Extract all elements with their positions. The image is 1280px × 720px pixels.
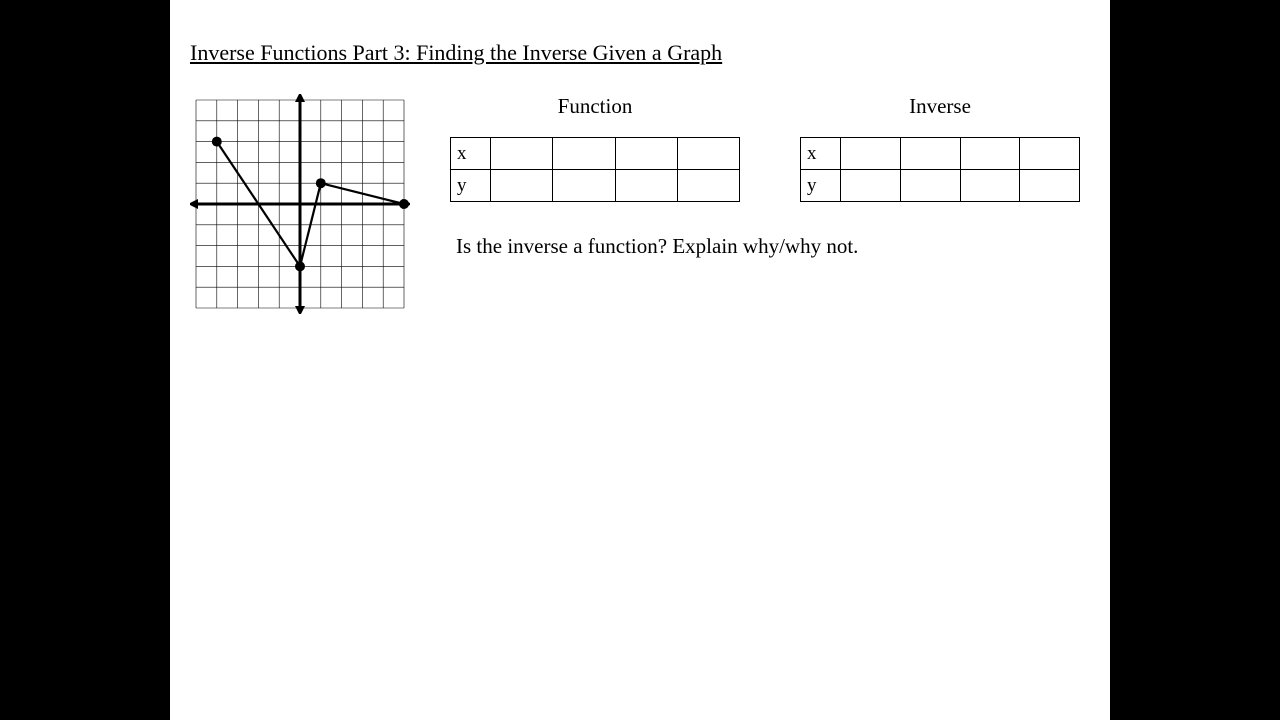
table-cell bbox=[615, 138, 677, 170]
right-column: Function x y bbox=[450, 94, 1090, 259]
table-cell-x-label: x bbox=[801, 138, 841, 170]
table-row: y bbox=[451, 170, 740, 202]
table-cell bbox=[841, 170, 901, 202]
table-row: x bbox=[451, 138, 740, 170]
table-cell bbox=[1020, 138, 1080, 170]
question-text: Is the inverse a function? Explain why/w… bbox=[450, 234, 1090, 259]
content-area: Inverse Functions Part 3: Finding the In… bbox=[170, 0, 1110, 334]
table-cell bbox=[900, 138, 960, 170]
table-cell-y-label: y bbox=[801, 170, 841, 202]
inverse-table: x y bbox=[800, 137, 1080, 202]
table-row: y bbox=[801, 170, 1080, 202]
table-cell bbox=[960, 138, 1020, 170]
inverse-table-title: Inverse bbox=[800, 94, 1080, 119]
table-cell bbox=[960, 170, 1020, 202]
table-cell bbox=[553, 138, 615, 170]
table-cell bbox=[900, 170, 960, 202]
function-graph bbox=[190, 94, 410, 314]
table-cell bbox=[553, 170, 615, 202]
table-cell bbox=[841, 138, 901, 170]
page-title: Inverse Functions Part 3: Finding the In… bbox=[190, 40, 1090, 66]
main-row: Function x y bbox=[190, 94, 1090, 314]
table-cell-y-label: y bbox=[451, 170, 491, 202]
table-cell bbox=[491, 138, 553, 170]
document-page: Inverse Functions Part 3: Finding the In… bbox=[170, 0, 1110, 720]
table-cell bbox=[491, 170, 553, 202]
function-table-column: Function x y bbox=[450, 94, 740, 202]
inverse-table-column: Inverse x y bbox=[800, 94, 1080, 202]
function-table-title: Function bbox=[450, 94, 740, 119]
table-cell bbox=[677, 138, 739, 170]
table-cell bbox=[1020, 170, 1080, 202]
tables-row: Function x y bbox=[450, 94, 1090, 202]
table-cell bbox=[615, 170, 677, 202]
graph-container bbox=[190, 94, 410, 314]
table-cell bbox=[677, 170, 739, 202]
table-row: x bbox=[801, 138, 1080, 170]
function-table: x y bbox=[450, 137, 740, 202]
table-cell-x-label: x bbox=[451, 138, 491, 170]
